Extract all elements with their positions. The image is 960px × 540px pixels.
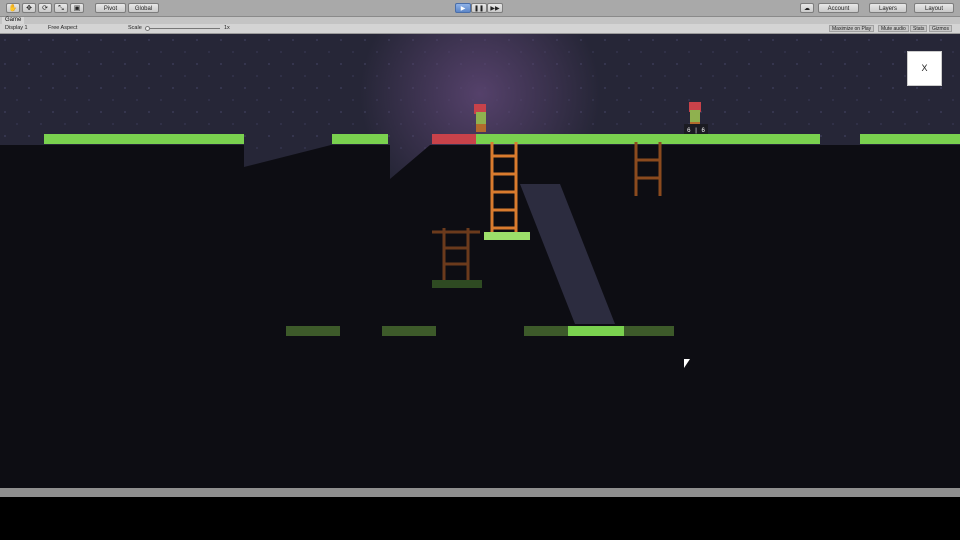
scale-label: Scale bbox=[128, 25, 142, 31]
scale-slider-track[interactable] bbox=[148, 28, 220, 29]
scale-slider-knob[interactable] bbox=[145, 26, 150, 31]
lower-platform-3 bbox=[524, 326, 568, 336]
platform-1 bbox=[44, 134, 244, 144]
mouse-cursor-icon bbox=[684, 359, 690, 368]
gizmos-dropdown[interactable]: Gizmos bbox=[929, 25, 952, 32]
lower-platform-bright bbox=[568, 326, 624, 336]
account-dropdown[interactable]: Account bbox=[818, 3, 859, 13]
tab-bar: Game bbox=[0, 17, 960, 24]
player-hud-text: 6 | 6 bbox=[687, 127, 705, 134]
layers-dropdown[interactable]: Layers bbox=[869, 3, 907, 13]
move-tool-icon[interactable]: ✥ bbox=[22, 3, 36, 13]
close-button[interactable]: X bbox=[907, 51, 942, 86]
game-scene: 6 | 6 bbox=[0, 34, 960, 488]
editor-toolbar: ✋ ✥ ⟳ ⤡ ▣ Pivot Global ▶ ❚❚ ▶▶ ☁ Account… bbox=[0, 0, 960, 17]
cloud-icon[interactable]: ☁ bbox=[800, 3, 814, 13]
platform-2 bbox=[332, 134, 388, 144]
play-button[interactable]: ▶ bbox=[455, 3, 471, 13]
tab-game[interactable]: Game bbox=[2, 17, 25, 24]
game-view-bar: Display 1 Free Aspect Scale 1x Maximize … bbox=[0, 24, 960, 34]
rotate-tool-icon[interactable]: ⟳ bbox=[38, 3, 52, 13]
scale-tool-icon[interactable]: ⤡ bbox=[54, 3, 68, 13]
ladder-base-highlight bbox=[484, 232, 530, 240]
lower-platform-4 bbox=[624, 326, 674, 336]
platform-4 bbox=[524, 134, 632, 144]
game-viewport[interactable]: 6 | 6 bbox=[0, 34, 960, 488]
dark-ground bbox=[0, 145, 960, 488]
mute-audio-toggle[interactable]: Mute audio bbox=[878, 25, 909, 32]
pause-button[interactable]: ❚❚ bbox=[471, 3, 487, 13]
step-button[interactable]: ▶▶ bbox=[487, 3, 503, 13]
aspect-dropdown[interactable]: Free Aspect bbox=[48, 24, 77, 33]
platform-3 bbox=[476, 134, 532, 144]
hand-tool-icon[interactable]: ✋ bbox=[6, 3, 20, 13]
lower-platform-2 bbox=[382, 326, 436, 336]
layout-dropdown[interactable]: Layout bbox=[914, 3, 954, 13]
bottom-border bbox=[0, 488, 960, 497]
letterbox-bottom bbox=[0, 497, 960, 540]
global-button[interactable]: Global bbox=[128, 3, 159, 13]
stats-toggle[interactable]: Stats bbox=[910, 25, 928, 32]
pivot-button[interactable]: Pivot bbox=[95, 3, 126, 13]
display-dropdown[interactable]: Display 1 bbox=[5, 24, 28, 33]
rect-tool-icon[interactable]: ▣ bbox=[70, 3, 84, 13]
lower-ledge bbox=[432, 280, 482, 288]
scale-value: 1x bbox=[224, 25, 230, 31]
maximize-on-play-toggle[interactable]: Maximize on Play bbox=[829, 25, 875, 32]
platform-6 bbox=[860, 134, 960, 144]
lower-platform-1 bbox=[286, 326, 340, 336]
red-tile bbox=[432, 134, 476, 144]
